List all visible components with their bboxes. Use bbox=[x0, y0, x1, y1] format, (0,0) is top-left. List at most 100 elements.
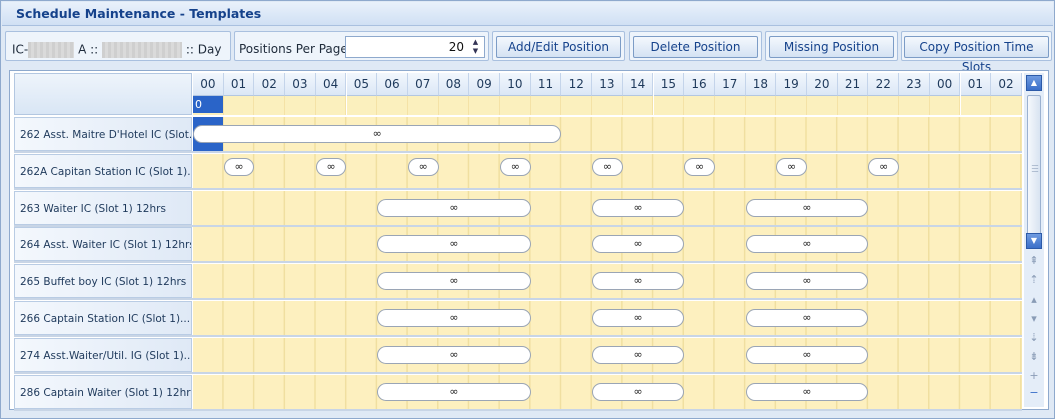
position-row: 265 Buffet boy IC (Slot 1) 12hrs ∞ ∞ ∞ bbox=[14, 264, 1022, 301]
shift-bar[interactable]: ∞ bbox=[377, 345, 531, 364]
hour-header-cell: 02 bbox=[991, 73, 1022, 96]
shift-bar[interactable]: ∞ bbox=[500, 157, 531, 176]
scroll-down-icon[interactable]: ▼ bbox=[1026, 233, 1042, 249]
hour-subheader-cell[interactable] bbox=[315, 96, 347, 115]
shift-bar[interactable]: ∞ bbox=[592, 309, 685, 327]
scroll-up-icon[interactable]: ▲ bbox=[1026, 75, 1042, 91]
hour-subheader-cell[interactable] bbox=[714, 96, 746, 115]
redacted-block bbox=[28, 42, 75, 58]
position-label[interactable]: 274 Asst.Waiter/Util. IG (Slot 1)... bbox=[14, 337, 192, 372]
position-label[interactable]: 262A Capitan Station IC (Slot 1)... bbox=[14, 153, 192, 188]
hour-header-cell: 22 bbox=[868, 73, 900, 96]
shift-bar[interactable]: ∞ bbox=[377, 309, 531, 327]
missing-position-button[interactable]: Missing Position bbox=[769, 36, 894, 58]
shift-bar[interactable]: ∞ bbox=[592, 198, 685, 217]
toolbar: IC- A :: :: Day Positions Per Page 20 ▲ ▼… bbox=[5, 29, 1052, 74]
shift-bar[interactable]: ∞ bbox=[377, 272, 531, 291]
position-row: 286 Captain Waiter (Slot 1) 12hrs ∞ ∞ ∞ bbox=[14, 374, 1022, 411]
vertical-scrollbar[interactable]: ▲ — — — ▼ ⇞ ⇡ ▴ ▾ ⇣ ⇟ + − bbox=[1024, 73, 1044, 407]
position-label[interactable]: 266 Captain Station IC (Slot 1)... bbox=[14, 301, 192, 335]
shift-bar[interactable]: ∞ bbox=[592, 235, 685, 254]
shift-bar[interactable]: ∞ bbox=[868, 157, 900, 176]
context-display: IC- A :: :: Day bbox=[5, 31, 231, 61]
hour-subheader-cell[interactable] bbox=[377, 96, 408, 115]
shift-bar[interactable]: ∞ bbox=[407, 157, 439, 176]
hour-subheader-cell[interactable] bbox=[254, 96, 286, 115]
shift-bar[interactable]: ∞ bbox=[684, 157, 715, 176]
shift-bar[interactable]: ∞ bbox=[745, 382, 869, 401]
hour-header-cell: 01 bbox=[960, 73, 992, 96]
hour-subheader-cell[interactable] bbox=[407, 96, 439, 115]
hour-subheader-cell[interactable] bbox=[960, 96, 992, 115]
position-label[interactable]: 263 Waiter IC (Slot 1) 12hrs bbox=[14, 190, 192, 225]
hour-subheader-cell[interactable] bbox=[868, 96, 900, 115]
position-label[interactable]: 264 Asst. Waiter IC (Slot 1) 12hrs bbox=[14, 227, 192, 262]
hour-subheader-cell[interactable] bbox=[837, 96, 869, 115]
hour-subheader-cell[interactable] bbox=[469, 96, 500, 115]
hour-subheader-cell[interactable] bbox=[745, 96, 777, 115]
hour-header-cell: 00 bbox=[193, 73, 224, 96]
hour-subheader-cell[interactable] bbox=[807, 96, 838, 115]
shift-bar[interactable]: ∞ bbox=[592, 157, 623, 176]
hour-header-cell: 21 bbox=[837, 73, 869, 96]
hour-subheader-cell[interactable] bbox=[500, 96, 531, 115]
hour-subheader-cell[interactable] bbox=[653, 96, 685, 115]
shift-bar[interactable]: ∞ bbox=[377, 235, 531, 254]
hour-subheader-cell[interactable] bbox=[346, 96, 378, 115]
copy-position-time-slots-button[interactable]: Copy Position Time Slots bbox=[904, 36, 1049, 74]
hour-header-cell: 06 bbox=[377, 73, 408, 96]
positions-per-page-input[interactable]: 20 ▲ ▼ bbox=[345, 36, 485, 58]
first-page-icon[interactable]: ⇞ bbox=[1028, 255, 1040, 267]
hour-header-cell: 14 bbox=[622, 73, 654, 96]
hour-header-cell: 19 bbox=[776, 73, 807, 96]
spinner-arrows-icon[interactable]: ▲ ▼ bbox=[469, 38, 482, 56]
context-mid: A :: bbox=[78, 42, 99, 57]
next-record-icon[interactable]: ▾ bbox=[1028, 313, 1040, 325]
shift-bar[interactable]: ∞ bbox=[315, 157, 347, 176]
position-label[interactable]: 265 Buffet boy IC (Slot 1) 12hrs bbox=[14, 264, 192, 299]
hour-header-cell: 12 bbox=[561, 73, 593, 96]
hour-subheader-cell[interactable] bbox=[899, 96, 930, 115]
hour-subheader-cell[interactable] bbox=[592, 96, 623, 115]
shift-bar[interactable]: ∞ bbox=[745, 272, 869, 291]
hour-subheader-cell[interactable] bbox=[991, 96, 1022, 115]
hour-subheader-cell[interactable] bbox=[776, 96, 807, 115]
hour-subheader-cell[interactable] bbox=[929, 96, 961, 115]
hour-subheader-cell[interactable] bbox=[684, 96, 715, 115]
shift-bar[interactable]: ∞ bbox=[223, 157, 255, 176]
hour-subheader-cell[interactable] bbox=[438, 96, 470, 115]
hour-header-cell: 13 bbox=[592, 73, 623, 96]
selected-cell[interactable]: 0 bbox=[193, 96, 223, 113]
window-title: Schedule Maintenance - Templates bbox=[2, 2, 1053, 26]
previous-record-icon[interactable]: ▴ bbox=[1028, 294, 1040, 306]
hour-subheader-cell[interactable] bbox=[561, 96, 593, 115]
position-label[interactable]: 286 Captain Waiter (Slot 1) 12hrs bbox=[14, 374, 192, 409]
delete-position-button[interactable]: Delete Position bbox=[633, 36, 758, 58]
previous-page-icon[interactable]: ⇡ bbox=[1028, 274, 1040, 286]
scroll-thumb[interactable]: — — — bbox=[1027, 95, 1041, 235]
shift-bar[interactable]: ∞ bbox=[776, 157, 807, 176]
add-edit-position-button[interactable]: Add/Edit Position bbox=[496, 36, 621, 58]
hour-subheader-cell[interactable] bbox=[530, 96, 562, 115]
shift-bar[interactable]: ∞ bbox=[592, 345, 685, 364]
shift-bar[interactable]: ∞ bbox=[592, 382, 685, 401]
shift-bar[interactable]: ∞ bbox=[592, 272, 685, 291]
shift-bar[interactable]: ∞ bbox=[745, 198, 869, 217]
next-page-icon[interactable]: ⇣ bbox=[1028, 332, 1040, 344]
hour-subheader-cell[interactable] bbox=[223, 96, 255, 115]
shift-bar[interactable]: ∞ bbox=[745, 235, 869, 254]
hour-header-cell: 05 bbox=[346, 73, 378, 96]
remove-record-icon[interactable]: − bbox=[1028, 387, 1040, 399]
add-record-icon[interactable]: + bbox=[1028, 370, 1040, 382]
shift-bar[interactable]: ∞ bbox=[193, 125, 562, 143]
shift-bar[interactable]: ∞ bbox=[377, 382, 531, 401]
position-label[interactable]: 262 Asst. Maitre D'Hotel IC (Slot... bbox=[14, 117, 192, 151]
hour-header-cell: 11 bbox=[530, 73, 562, 96]
hour-header-cell: 08 bbox=[438, 73, 470, 96]
hour-subheader-cell[interactable] bbox=[285, 96, 316, 115]
shift-bar[interactable]: ∞ bbox=[745, 345, 869, 364]
shift-bar[interactable]: ∞ bbox=[377, 198, 531, 217]
hour-subheader-cell[interactable] bbox=[622, 96, 654, 115]
shift-bar[interactable]: ∞ bbox=[745, 309, 869, 327]
last-page-icon[interactable]: ⇟ bbox=[1028, 351, 1040, 363]
